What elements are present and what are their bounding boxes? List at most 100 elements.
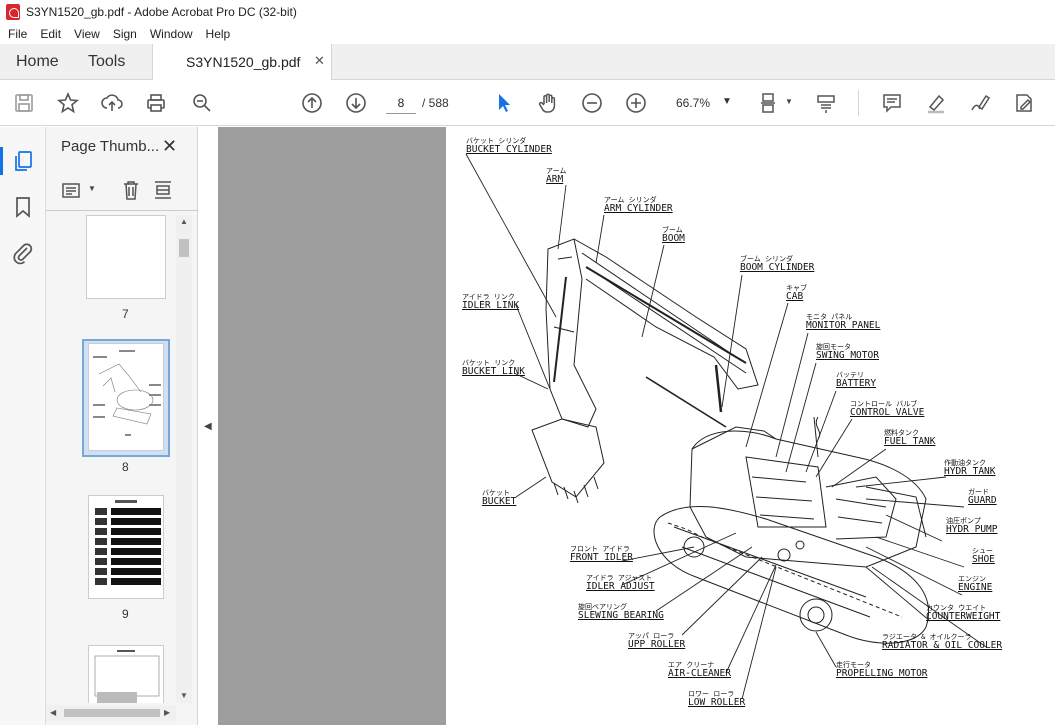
thumbnail-label: 9 (122, 607, 129, 621)
label-monitor-panel: モニタ パネル MONITOR PANEL (806, 313, 881, 331)
label-idler-adjust: アイドラ アジャスト IDLER ADJUST (586, 574, 655, 592)
thumbnail-vertical-scrollbar[interactable]: ▲ ▼ (176, 215, 192, 703)
window-title-bar: S3YN1520_gb.pdf - Adobe Acrobat Pro DC (… (0, 0, 1055, 24)
label-boom: ブーム BOOM (662, 226, 685, 244)
scrollbar-thumb[interactable] (179, 239, 189, 257)
page-number-input[interactable]: 8 (386, 92, 416, 114)
fill-sign-icon[interactable] (968, 91, 992, 115)
scroll-down-icon[interactable]: ▼ (180, 691, 188, 700)
label-upp-roller: アッパ ローラ UPP ROLLER (628, 632, 686, 650)
menu-window[interactable]: Window (150, 27, 193, 41)
options-dropdown-icon[interactable]: ▼ (88, 184, 96, 193)
thumbnail-page-8[interactable] (88, 343, 164, 451)
page-layout-icon[interactable] (758, 91, 782, 115)
label-arm: アーム ARM (546, 167, 567, 185)
active-rail-indicator (0, 147, 3, 175)
label-swing-motor: 旋回モータ SWING MOTOR (816, 343, 879, 361)
comment-icon[interactable] (880, 91, 904, 115)
previous-page-icon[interactable] (300, 91, 324, 115)
zoom-dropdown-icon[interactable]: ▼ (722, 96, 732, 107)
share-upload-icon[interactable] (100, 91, 124, 115)
scroll-up-icon[interactable]: ▲ (180, 217, 188, 226)
menu-bar: File Edit View Sign Window Help (0, 24, 1055, 44)
close-panel-icon[interactable]: ✕ (162, 136, 177, 157)
menu-help[interactable]: Help (206, 27, 231, 41)
print-icon[interactable] (144, 91, 168, 115)
label-propelling-motor: 走行モータ PROPELLING MOTOR (836, 661, 928, 679)
label-cab: キャブ CAB (786, 284, 807, 302)
label-radiator-oil-cooler: ラジエータ & オイルクーラ RADIATOR & OIL COOLER (882, 633, 1003, 651)
attachments-paperclip-icon[interactable] (11, 241, 35, 265)
bookmarks-icon[interactable] (11, 195, 35, 219)
label-shoe: シュー SHOE (972, 547, 995, 565)
zoom-level[interactable]: 66.7% (676, 96, 710, 110)
collapse-panel-icon[interactable]: ◀ (204, 421, 212, 432)
tab-bar: Home Tools S3YN1520_gb.pdf ✕ (0, 44, 1055, 81)
panel-collapse-strip[interactable]: ◀ (198, 127, 218, 725)
menu-edit[interactable]: Edit (40, 27, 61, 41)
delete-page-icon[interactable] (120, 179, 142, 201)
label-hydr-tank: 作動油タンク HYDR TANK (944, 459, 996, 477)
page-total: / 588 (422, 96, 449, 110)
panel-title: Page Thumb... (61, 138, 160, 155)
page-thumbnails-icon[interactable] (11, 149, 35, 173)
page-properties-icon[interactable] (152, 179, 174, 201)
hand-tool-icon[interactable] (536, 91, 560, 115)
select-cursor-icon[interactable] (492, 91, 516, 115)
thumbnail-page-10[interactable] (88, 645, 164, 703)
left-navigation-rail (0, 127, 46, 725)
window-title: S3YN1520_gb.pdf - Adobe Acrobat Pro DC (… (26, 5, 297, 19)
label-control-valve: コントロール バルブ CONTROL VALVE (850, 400, 925, 418)
label-counterweight: カウンタ ウエイト COUNTERWEIGHT (926, 604, 1001, 622)
scroll-left-icon[interactable]: ◀ (50, 708, 56, 717)
zoom-in-icon[interactable] (624, 91, 648, 115)
tab-document[interactable]: S3YN1520_gb.pdf ✕ (152, 44, 332, 81)
label-air-cleaner: エア クリーナ AIR-CLEANER (668, 661, 731, 679)
page-layout-dropdown-icon[interactable]: ▼ (785, 97, 793, 106)
tab-tools[interactable]: Tools (88, 53, 125, 71)
label-guard: ガード GUARD (968, 488, 997, 506)
toolbar-divider (858, 90, 859, 116)
pdf-page: バケット シリンダ BUCKET CYLINDER アーム ARM アーム シリンダ… (446, 127, 1055, 725)
thumbnail-page-9[interactable] (88, 495, 164, 599)
main-toolbar: 8 / 588 66.7% ▼ ▼ (0, 80, 1055, 126)
menu-sign[interactable]: Sign (113, 27, 137, 41)
label-bucket-link: バケット リンク BUCKET LINK (462, 359, 525, 377)
acrobat-logo-icon (6, 4, 20, 20)
thumbnail-label: 7 (122, 307, 129, 321)
thumbnail-list: 7 8 9 (46, 215, 176, 703)
scrollbar-thumb[interactable] (64, 709, 160, 717)
search-zoom-icon[interactable] (190, 91, 214, 115)
label-slewing-bearing: 旋回ベアリング SLEWING BEARING (578, 603, 664, 621)
menu-file[interactable]: File (8, 27, 27, 41)
tab-home[interactable]: Home (16, 53, 59, 71)
zoom-out-icon[interactable] (580, 91, 604, 115)
page-thumbnails-panel: Page Thumb... ✕ ▼ 7 8 9 ▲ ▼ ◀ ▶ (46, 127, 198, 725)
label-bucket: バケット BUCKET (482, 489, 517, 507)
thumbnail-page-7[interactable] (86, 215, 166, 299)
label-fuel-tank: 燃料タンク FUEL TANK (884, 429, 936, 447)
thumbnail-panel-toolbar: ▼ (46, 171, 198, 211)
scrolling-mode-icon[interactable] (814, 91, 838, 115)
label-low-roller: ロワー ローラ LOW ROLLER (688, 690, 746, 708)
label-arm-cylinder: アーム シリンダ ARM CYLINDER (604, 196, 673, 214)
next-page-icon[interactable] (344, 91, 368, 115)
edit-pdf-icon[interactable] (1012, 91, 1036, 115)
highlight-pen-icon[interactable] (924, 91, 948, 115)
label-hydr-pump: 油圧ポンプ HYDR PUMP (946, 517, 998, 535)
close-tab-icon[interactable]: ✕ (314, 53, 325, 69)
label-idler-link: アイドラ リンク IDLER LINK (462, 293, 520, 311)
thumbnail-horizontal-scrollbar[interactable]: ◀ ▶ (46, 705, 176, 721)
menu-view[interactable]: View (74, 27, 100, 41)
options-menu-icon[interactable] (62, 181, 84, 201)
save-icon[interactable] (12, 91, 36, 115)
scroll-right-icon[interactable]: ▶ (164, 708, 170, 717)
thumbnail-label: 8 (122, 460, 129, 474)
bookmark-star-icon[interactable] (56, 91, 80, 115)
label-engine: エンジン ENGINE (958, 575, 993, 593)
label-bucket-cylinder: バケット シリンダ BUCKET CYLINDER (466, 137, 552, 155)
label-front-idler: フロント アイドラ FRONT IDLER (570, 545, 633, 563)
label-boom-cylinder: ブーム シリンダ BOOM CYLINDER (740, 255, 815, 273)
label-battery: バッテリ BATTERY (836, 371, 877, 389)
tab-document-label: S3YN1520_gb.pdf (186, 54, 301, 70)
